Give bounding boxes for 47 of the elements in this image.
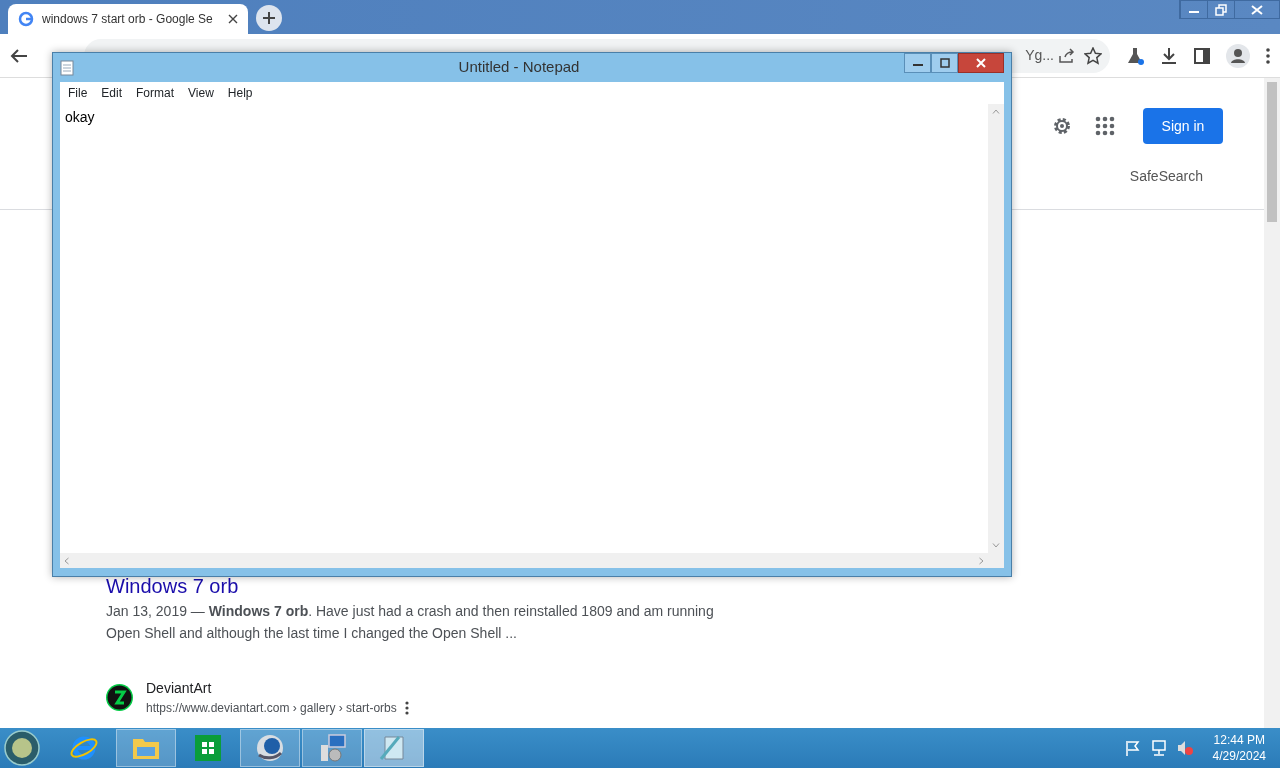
settings-icon[interactable] (1051, 115, 1073, 137)
result-url: https://www.deviantart.com › gallery › start-orbs (146, 700, 397, 717)
result-snippet: Jan 13, 2019 — Windows 7 orb. Have just had a crash and then reinstalled 1809 and am running Open Shell and although the last time I changed the Open Shell ... (106, 602, 715, 643)
more-icon[interactable] (404, 701, 409, 715)
menu-item[interactable]: View (182, 84, 220, 102)
result-title-link[interactable]: Windows 7 orb (106, 574, 716, 598)
flag-icon[interactable] (1124, 740, 1141, 756)
side-panel-icon[interactable] (1194, 47, 1210, 64)
vertical-scrollbar[interactable] (988, 104, 1004, 553)
sign-in-button[interactable]: Sign in (1143, 108, 1223, 144)
menu-item[interactable]: Edit (95, 84, 129, 102)
menu-item[interactable]: Format (130, 84, 181, 102)
globe-icon[interactable] (255, 733, 285, 763)
text-area[interactable]: okay (60, 104, 988, 553)
browser-tab[interactable]: windows 7 start orb - Google Se (8, 4, 248, 34)
window-title: Untitled - Notepad (457, 57, 581, 78)
share-icon[interactable] (1058, 47, 1076, 64)
close-icon[interactable] (228, 14, 238, 24)
clock-time[interactable]: 12:44 PM (1212, 732, 1266, 748)
store-icon[interactable] (193, 733, 223, 763)
google-icon (18, 11, 34, 27)
maximize-icon[interactable] (937, 57, 952, 69)
back-icon[interactable] (10, 47, 28, 64)
menu-item[interactable]: File (62, 84, 94, 102)
more-icon[interactable] (1266, 47, 1270, 64)
scrollbar[interactable] (1264, 78, 1280, 728)
plus-icon (263, 12, 275, 24)
speaker-muted-icon[interactable] (1176, 740, 1193, 756)
profile-icon[interactable] (1226, 43, 1250, 68)
tab-title: windows 7 start orb - Google Se (42, 11, 214, 28)
apps-icon[interactable] (1095, 116, 1115, 136)
network-icon[interactable] (1150, 740, 1167, 756)
download-icon[interactable] (1160, 46, 1178, 65)
new-tab-button[interactable] (256, 5, 282, 31)
clock-date[interactable]: 4/29/2024 (1212, 748, 1266, 764)
flask-icon[interactable] (1126, 46, 1144, 65)
close-icon[interactable] (974, 57, 988, 69)
site-logo-icon (106, 684, 133, 711)
star-icon[interactable] (1084, 46, 1102, 65)
site-name: DeviantArt (146, 679, 213, 698)
restore-icon[interactable] (1214, 3, 1228, 16)
start-orb-icon[interactable] (4, 730, 40, 766)
notepad-icon (60, 59, 74, 76)
address-text: Yg... (1025, 46, 1054, 65)
menu-item[interactable]: Help (221, 84, 259, 102)
horizontal-scrollbar[interactable] (60, 553, 1004, 568)
safesearch-link[interactable]: SafeSearch (1129, 166, 1203, 187)
